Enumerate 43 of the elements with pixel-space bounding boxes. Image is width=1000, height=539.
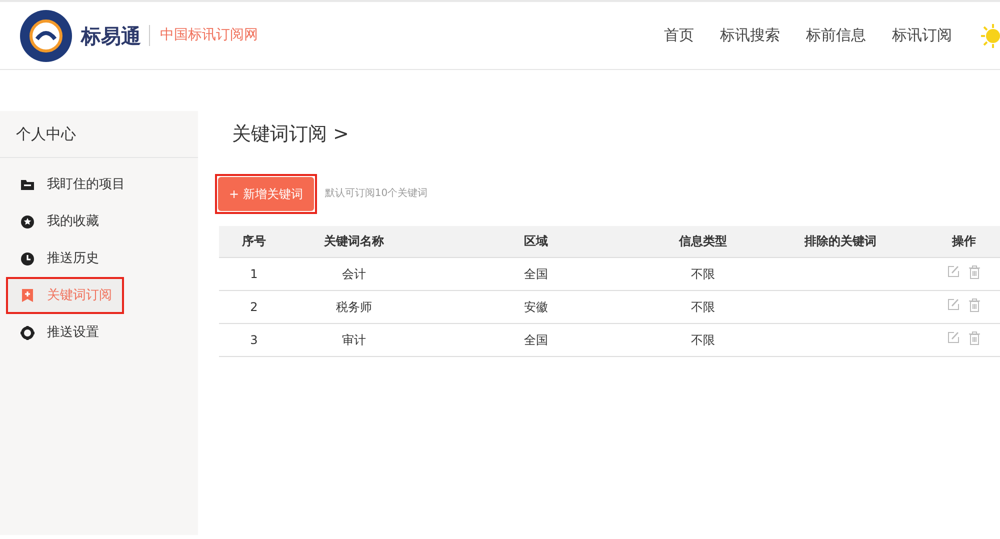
table-cell: 审计 [289,324,419,356]
column-header: 区域 [419,226,653,258]
table-cell: 不限 [653,290,753,324]
sidebar-item[interactable]: 我盯住的项目 [0,166,198,203]
column-header: 序号 [219,226,289,258]
nav-link[interactable]: 标讯搜索 [720,24,780,47]
sidebar-item[interactable]: 推送历史 [0,240,198,277]
trash-icon[interactable] [968,298,981,312]
sidebar-title: 个人中心 [0,111,198,158]
logo-icon [19,8,73,62]
column-header: 排除的关键词 [753,226,928,258]
clock-icon [20,251,35,266]
sun-icon[interactable] [980,22,1000,48]
table-cell: 不限 [653,324,753,356]
table-cell: 会计 [289,258,419,290]
edit-icon[interactable] [947,331,960,344]
table-cell: 全国 [419,258,653,290]
table-cell: 安徽 [419,290,653,324]
table-cell: 不限 [653,258,753,290]
trash-icon[interactable] [968,264,981,279]
column-header: 操作 [928,226,1000,258]
table-cell: 税务师 [289,290,419,324]
sidebar-item[interactable]: 我的收藏 [0,203,198,240]
gear-icon [20,325,35,340]
edit-icon[interactable] [947,298,960,312]
edit-icon[interactable] [947,265,960,278]
hint-text: 默认可订阅10个关键词 [324,186,428,201]
sidebar-item[interactable]: 推送设置 [0,314,198,351]
page-title: 关键词订阅 > [232,122,350,147]
tagline: 中国标讯订阅网 [149,25,258,46]
table-cell: 3 [219,324,289,356]
nav-link[interactable]: 标前信息 [806,24,866,47]
column-header: 关键词名称 [289,226,419,258]
brand-name: 标易通 [81,22,141,50]
trash-icon[interactable] [968,330,981,345]
nav-link[interactable]: 首页 [664,24,694,47]
table-cell: 1 [219,258,289,290]
table-cell: 2 [219,290,289,324]
folder-icon [20,177,35,192]
column-header: 信息类型 [653,226,753,258]
bookmark-icon [20,288,35,303]
table-cell: 全国 [419,324,653,356]
nav-link[interactable]: 标讯订阅 [892,24,952,47]
